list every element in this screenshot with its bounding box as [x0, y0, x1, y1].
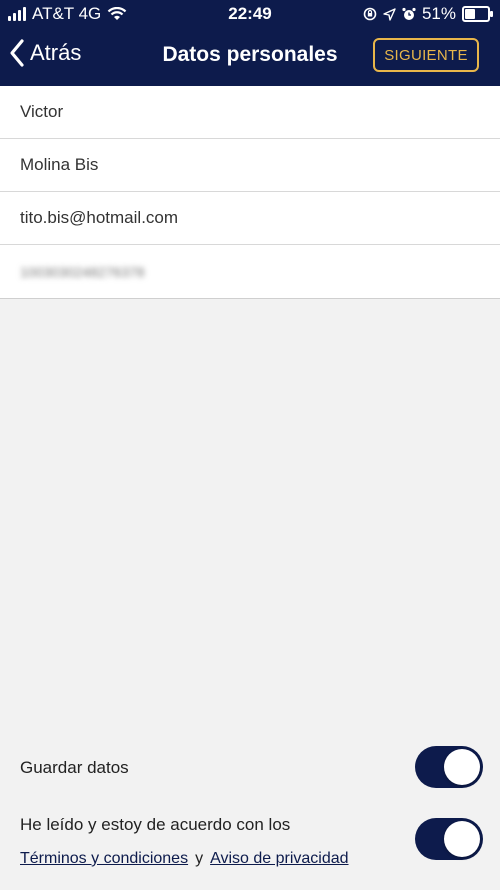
terms-text: He leído y estoy de acuerdo con los [20, 815, 291, 834]
save-data-option: Guardar datos [20, 746, 483, 788]
terms-links: Términos y condiciones y Aviso de privacid… [20, 850, 349, 868]
alarm-icon [402, 7, 416, 20]
battery-level [465, 9, 475, 19]
first-name-field[interactable]: Victor [0, 86, 500, 139]
personal-data-form: Victor Molina Bis tito.bis@hotmail.com 1… [0, 86, 500, 299]
location-icon [383, 7, 396, 21]
terms-toggle[interactable] [415, 818, 483, 860]
status-bar: AT&T 4G 22:49 51% [0, 0, 500, 28]
terms-conjunction: y [195, 850, 204, 867]
battery-percent: 51% [421, 4, 456, 23]
save-data-label: Guardar datos [20, 758, 129, 777]
next-button[interactable]: SIGUIENTE [373, 38, 479, 72]
phone-value: 1003030248276378 [20, 263, 145, 280]
orientation-lock-icon [363, 7, 377, 21]
toggle-knob [444, 749, 480, 785]
battery-icon [462, 6, 493, 22]
terms-option: He leído y estoy de acuerdo con los Térm… [20, 815, 483, 875]
terms-link[interactable]: Términos y condiciones [20, 850, 188, 867]
phone-field[interactable]: 1003030248276378 [0, 245, 500, 299]
toggle-knob [444, 821, 480, 857]
last-name-field[interactable]: Molina Bis [0, 139, 500, 192]
status-right: 51% [363, 4, 493, 24]
save-data-toggle[interactable] [415, 746, 483, 788]
privacy-link[interactable]: Aviso de privacidad [210, 850, 348, 867]
nav-bar: Atrás Datos personales SIGUIENTE [0, 28, 500, 86]
email-field[interactable]: tito.bis@hotmail.com [0, 192, 500, 245]
